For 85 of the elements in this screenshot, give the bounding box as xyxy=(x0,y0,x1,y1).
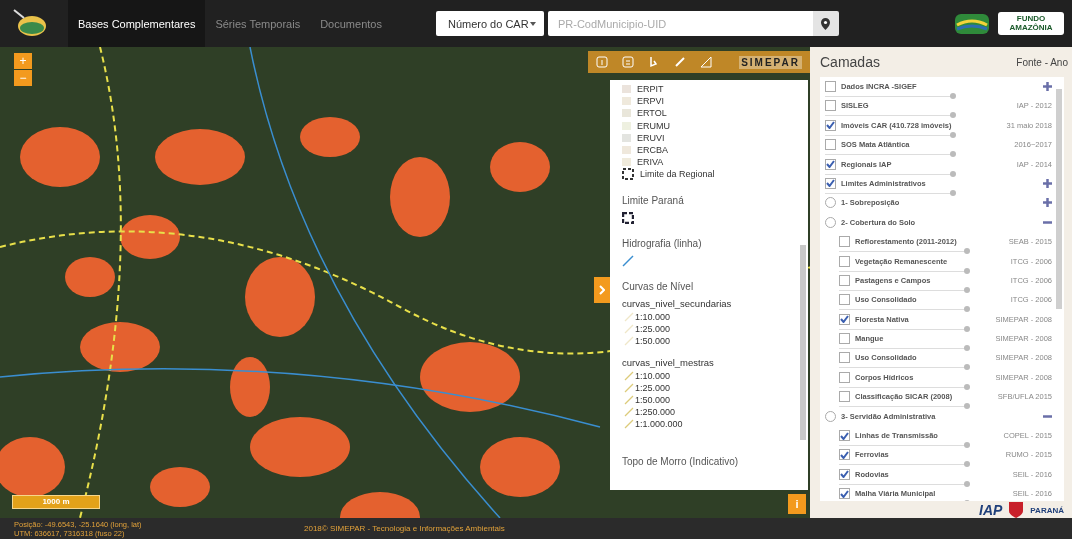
contour-line-icon xyxy=(624,323,634,334)
dashed-boundary-icon xyxy=(622,168,634,181)
checkbox[interactable] xyxy=(839,488,850,500)
scrollbar[interactable] xyxy=(800,245,806,440)
legend-subheading: curvas_nivel_mestras xyxy=(622,356,715,368)
checkbox[interactable] xyxy=(839,430,850,442)
partner-logo: FUNDO AMAZÔNIA xyxy=(998,11,1064,36)
expand-icon[interactable] xyxy=(1043,82,1052,91)
copyright-text: 2018© SIMEPAR - Tecnologia e Informações Ambientais xyxy=(304,524,505,533)
scale-label: 1:50.000 xyxy=(635,335,671,346)
checkbox[interactable] xyxy=(839,333,850,345)
legend-heading: Topo de Morro (Indicativo) xyxy=(622,455,740,467)
panel-title: Camadas xyxy=(820,54,880,70)
checkbox[interactable] xyxy=(839,255,850,267)
radio-button[interactable] xyxy=(825,216,836,228)
legend-heading: Hidrografia (linha) xyxy=(622,237,703,249)
collapse-button[interactable] xyxy=(594,277,610,303)
legend-label: ERPVI xyxy=(637,96,664,107)
nav-tab[interactable]: Séries Temporais xyxy=(205,0,311,47)
contour-line-icon xyxy=(624,394,634,405)
radio-button[interactable] xyxy=(825,197,836,209)
checkbox[interactable] xyxy=(839,449,850,461)
checkbox[interactable] xyxy=(825,119,836,131)
legend-label: ERPIT xyxy=(637,84,664,95)
nav-tab[interactable]: Documentos xyxy=(310,0,392,47)
simepar-logo: SIMEPAR xyxy=(739,55,802,69)
legend-label: ERTOL xyxy=(637,108,667,119)
legend-label: ERUVI xyxy=(637,132,665,143)
scrollbar[interactable] xyxy=(1056,89,1062,309)
parana-logo: PARANÁ xyxy=(1030,505,1064,515)
scale-bar: 1000 m xyxy=(12,495,100,509)
checkbox[interactable] xyxy=(839,236,850,248)
scale-label: 1:50.000 xyxy=(635,394,671,405)
scale-label: 1:10.000 xyxy=(635,370,671,381)
river-line-icon xyxy=(622,254,634,267)
checkbox[interactable] xyxy=(825,177,836,189)
legend-heading: Curvas de Nível xyxy=(622,280,695,292)
ruler-icon[interactable] xyxy=(674,56,686,68)
scale-label: 1:25.000 xyxy=(635,323,671,334)
checkbox[interactable] xyxy=(839,468,850,480)
legend-label: ERCBA xyxy=(637,145,668,156)
scale-label: 1:10.000 xyxy=(635,311,671,322)
iap-logo: IAP xyxy=(979,502,1003,518)
coat-of-arms-icon xyxy=(1008,501,1025,519)
caret-icon xyxy=(529,21,536,26)
map-pin-icon xyxy=(821,17,831,30)
checkbox[interactable] xyxy=(839,274,850,286)
checkbox[interactable] xyxy=(825,81,836,92)
checkbox[interactable] xyxy=(839,352,850,364)
expand-icon[interactable] xyxy=(1043,198,1052,208)
legend-subheading: curvas_nivel_secundarias xyxy=(622,297,733,309)
scale-label: 1:250.000 xyxy=(635,406,676,417)
checkbox[interactable] xyxy=(839,391,850,403)
area-ruler-icon[interactable] xyxy=(700,56,712,68)
checkbox[interactable] xyxy=(825,158,836,170)
contour-line-icon xyxy=(624,335,634,346)
legend-label: ERIVA xyxy=(637,157,664,168)
checkbox[interactable] xyxy=(839,371,850,383)
checkbox[interactable] xyxy=(825,139,836,151)
bing-icon[interactable] xyxy=(648,56,660,68)
contour-line-icon xyxy=(624,406,634,417)
expand-icon[interactable] xyxy=(1043,178,1052,188)
legend-heading: Limite Paraná xyxy=(622,194,685,206)
search-field[interactable]: PR-CodMunicipio-UID xyxy=(547,11,813,36)
info-icon[interactable] xyxy=(596,56,608,68)
legend-label: Limite da Regional xyxy=(640,169,715,180)
dashed-boundary-icon xyxy=(622,211,634,224)
document-icon[interactable] xyxy=(622,56,634,68)
checkbox[interactable] xyxy=(839,313,850,325)
leaf-logo-icon xyxy=(954,12,990,35)
chevron-right-icon xyxy=(599,285,605,295)
nav-tab[interactable]: Bases Complementares xyxy=(68,0,206,47)
scale-label: 1:25.000 xyxy=(635,382,671,393)
scale-label: 1:1.000.000 xyxy=(635,418,683,429)
checkbox[interactable] xyxy=(825,100,836,112)
radio-button[interactable] xyxy=(825,410,836,422)
search-type-dropdown[interactable]: Número do CAR xyxy=(435,11,544,36)
checkbox[interactable] xyxy=(839,294,850,306)
contour-line-icon xyxy=(624,370,634,381)
contour-line-icon xyxy=(624,382,634,393)
location-button[interactable] xyxy=(812,11,839,36)
column-header: Fonte - Ano xyxy=(1016,56,1068,68)
legend-label: ERUMU xyxy=(637,120,670,131)
contour-line-icon xyxy=(624,418,634,429)
contour-line-icon xyxy=(624,311,634,322)
